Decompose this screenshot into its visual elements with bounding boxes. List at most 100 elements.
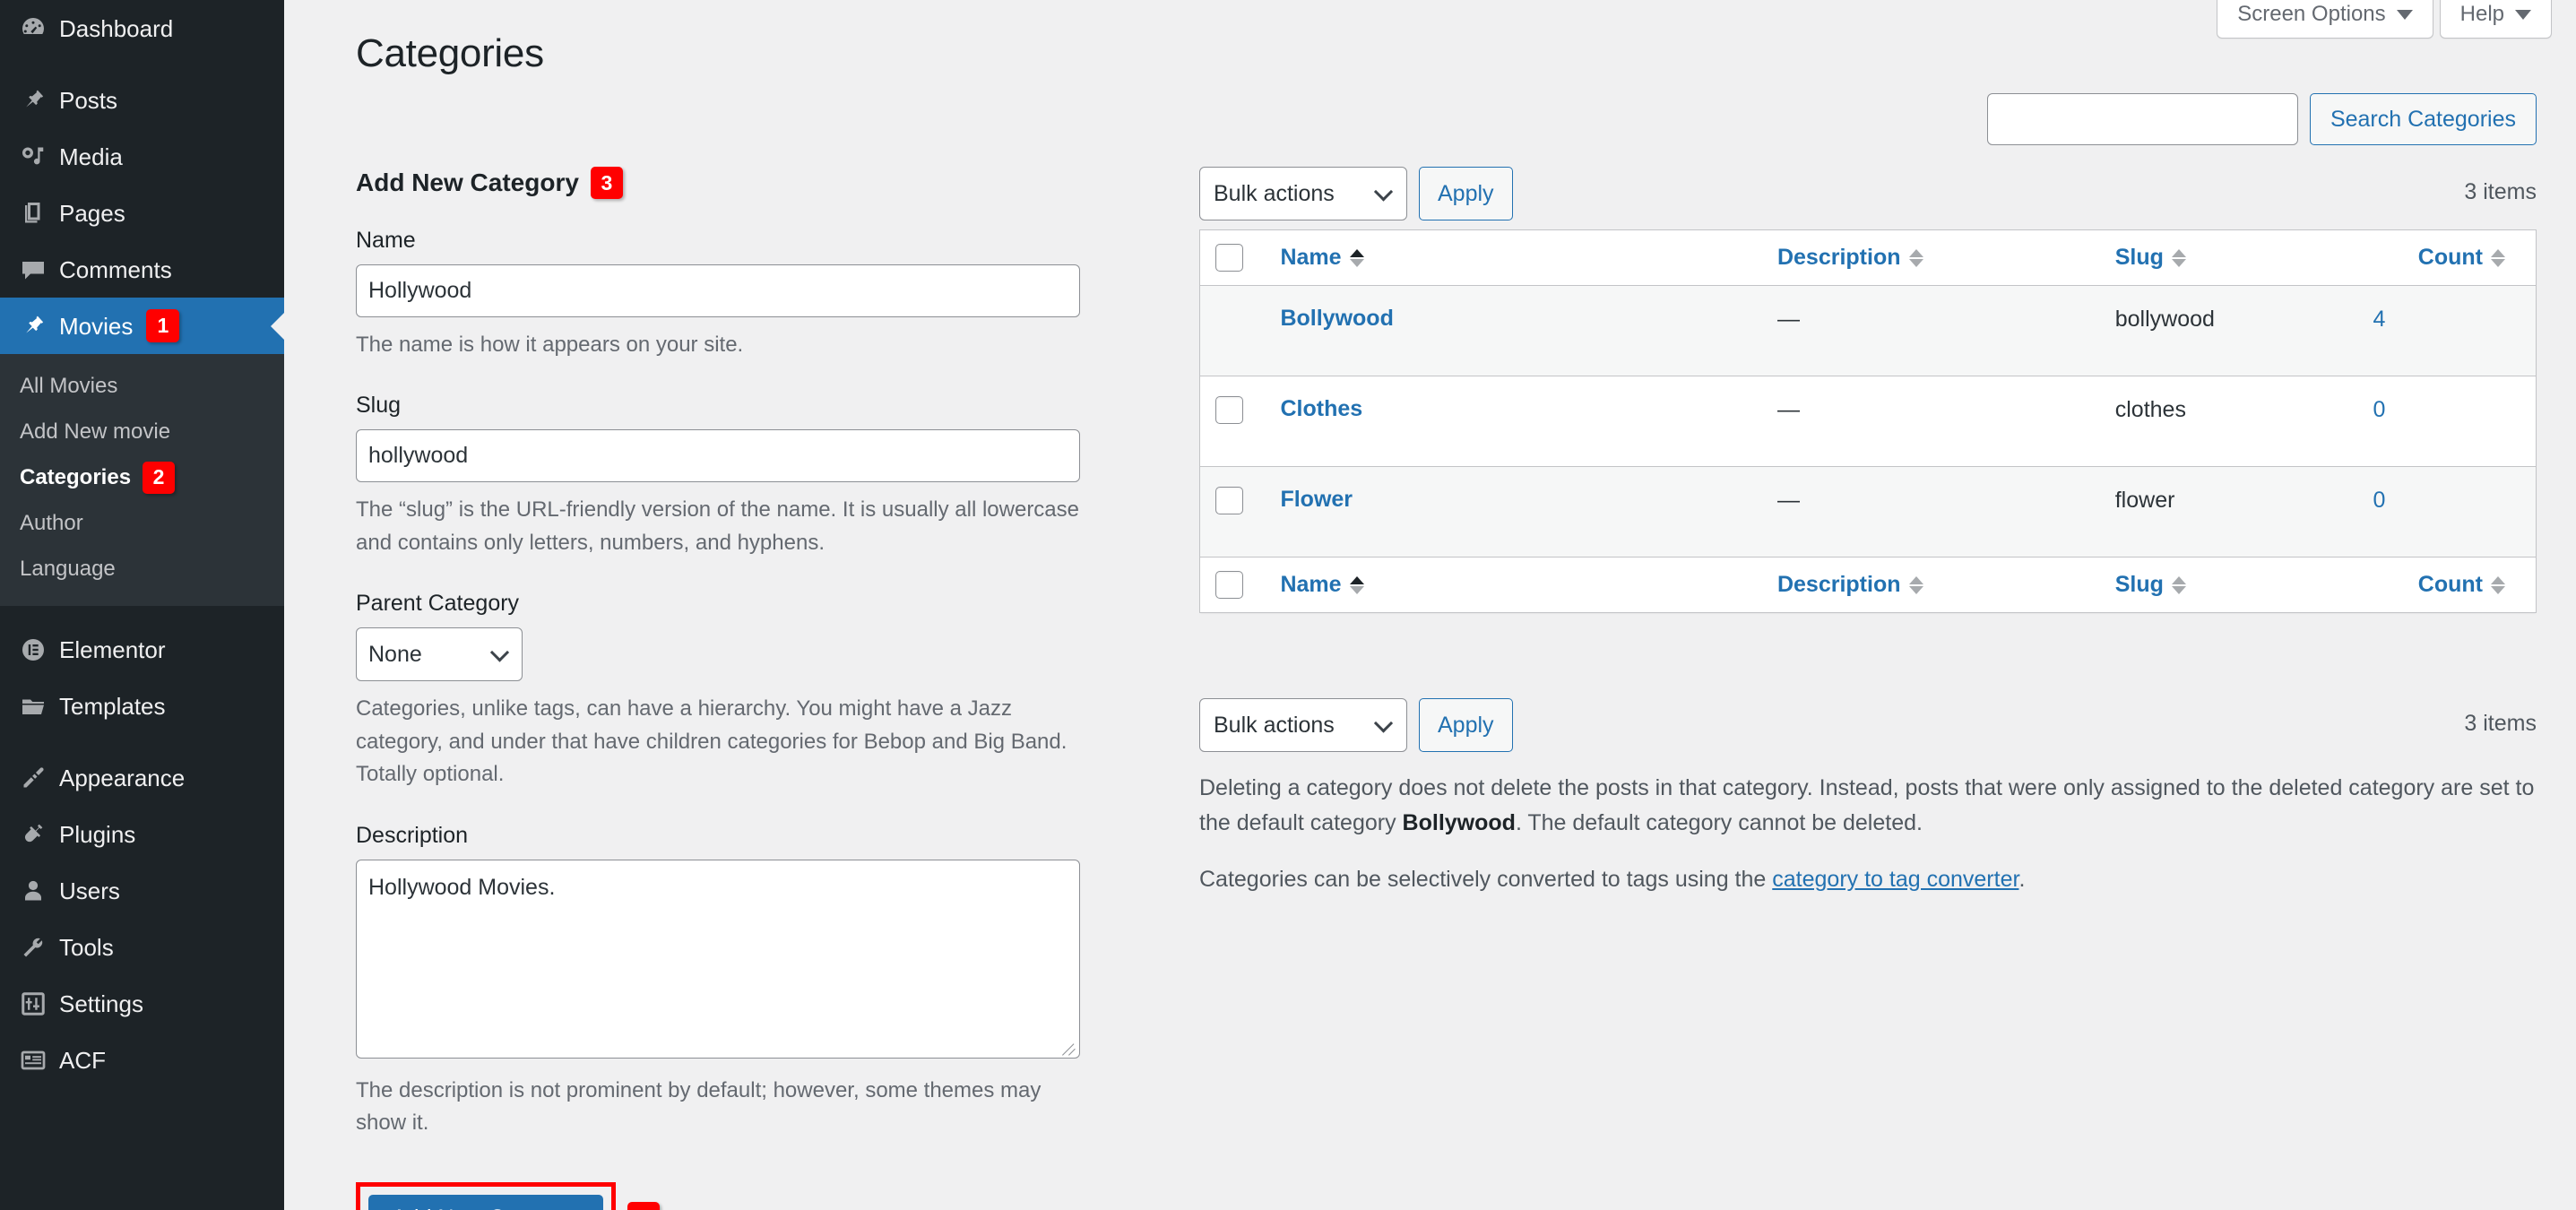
slug-field-block: Slug The “slug” is the URL-friendly vers… — [356, 393, 1084, 559]
row-checkbox[interactable] — [1215, 396, 1243, 424]
row-slug-cell: clothes — [2096, 376, 2373, 467]
sidebar-item-posts[interactable]: Posts — [0, 72, 284, 128]
sidebar-item-tools[interactable]: Tools — [0, 919, 284, 975]
step-badge-1: 1 — [146, 309, 180, 342]
column-label-slug: Slug — [2114, 572, 2164, 597]
search-input[interactable] — [1986, 93, 2298, 145]
delete-note-part-b: . The default category cannot be deleted… — [1515, 809, 1923, 835]
category-link[interactable]: Bollywood — [1257, 286, 1764, 332]
slug-input[interactable] — [356, 429, 1080, 483]
column-label-description: Description — [1776, 245, 1901, 270]
category-description: — — [1776, 397, 1800, 422]
sidebar-item-movies[interactable]: Movies 1 — [0, 298, 284, 354]
category-description: — — [1776, 307, 1800, 332]
sort-arrows-icon[interactable] — [2491, 575, 2505, 594]
sidebar-item-elementor[interactable]: Elementor — [0, 621, 284, 678]
bulk-actions-select-bottom[interactable]: Bulk actions — [1199, 698, 1407, 752]
sidebar-divider — [0, 56, 284, 72]
sidebar-item-acf[interactable]: ACF — [0, 1032, 284, 1088]
submit-highlight-box: Add New Category — [356, 1181, 616, 1210]
screen-options-button[interactable]: Screen Options — [2217, 0, 2433, 39]
category-link[interactable]: Clothes — [1257, 376, 1764, 422]
sort-arrows-icon[interactable] — [2491, 248, 2505, 267]
column-label-name: Name — [1280, 245, 1342, 270]
sort-arrows-icon[interactable] — [1908, 248, 1923, 267]
sidebar-item-label: Media — [59, 143, 123, 170]
sidebar-subitem-label: Language — [20, 556, 116, 581]
bulk-actions-value: Bulk actions — [1214, 712, 1335, 738]
items-count-bottom: 3 items — [2464, 711, 2537, 736]
category-to-tag-converter-link[interactable]: category to tag converter — [1772, 867, 2018, 892]
table-footnotes: Deleting a category does not delete the … — [1199, 771, 2537, 920]
sidebar-subitem-author[interactable]: Author — [0, 500, 284, 546]
brush-icon — [20, 765, 59, 791]
column-header-slug[interactable]: Slug — [2096, 230, 2373, 286]
column-header-name[interactable]: Name — [1257, 230, 1764, 286]
add-new-category-button[interactable]: Add New Category — [368, 1194, 603, 1210]
sidebar-item-plugins[interactable]: Plugins — [0, 806, 284, 862]
apply-button-top[interactable]: Apply — [1419, 167, 1513, 220]
bulk-actions-select-top[interactable]: Bulk actions — [1199, 167, 1407, 220]
category-count-link[interactable]: 0 — [2373, 376, 2536, 423]
sort-arrows-icon[interactable] — [1349, 575, 1364, 594]
media-icon — [20, 143, 59, 170]
row-description-cell: — — [1764, 467, 2096, 557]
column-header-description[interactable]: Description — [1764, 230, 2096, 286]
converter-note: Categories can be selectively converted … — [1199, 862, 2537, 897]
row-checkbox-cell — [1200, 467, 1258, 557]
help-button[interactable]: Help — [2439, 0, 2552, 39]
category-count-link[interactable]: 4 — [2373, 286, 2536, 333]
sort-arrows-icon[interactable] — [1349, 248, 1364, 267]
converter-note-part-b: . — [2018, 867, 2026, 892]
sidebar-subitem-categories[interactable]: Categories 2 — [0, 454, 284, 500]
sidebar-item-appearance[interactable]: Appearance — [0, 749, 284, 806]
sidebar-item-media[interactable]: Media — [0, 128, 284, 185]
sidebar-item-pages[interactable]: Pages — [0, 185, 284, 241]
apply-button-bottom[interactable]: Apply — [1419, 698, 1513, 752]
parent-category-value: None — [368, 641, 422, 667]
select-all-checkbox[interactable] — [1215, 244, 1243, 272]
row-checkbox[interactable] — [1215, 487, 1243, 514]
table-row: Flower — flower 0 — [1199, 466, 2537, 557]
column-header-count[interactable]: Count — [2373, 230, 2537, 286]
sidebar-submenu-movies: All Movies Add New movie Categories 2 Au… — [0, 354, 284, 606]
sidebar-item-settings[interactable]: Settings — [0, 975, 284, 1032]
category-slug: flower — [2114, 488, 2175, 513]
sidebar-subitem-label: Author — [20, 510, 83, 535]
name-label: Name — [356, 228, 416, 253]
form-heading: Add New Category 3 — [356, 167, 1084, 199]
sort-arrows-icon[interactable] — [2171, 248, 2186, 267]
parent-category-select[interactable]: None — [356, 627, 523, 682]
sidebar-divider — [0, 734, 284, 749]
default-category-name: Bollywood — [1402, 809, 1516, 835]
column-footer-name[interactable]: Name — [1257, 557, 1764, 613]
category-link[interactable]: Flower — [1257, 467, 1764, 513]
description-textarea[interactable]: Hollywood Movies. — [356, 859, 1080, 1059]
sidebar-item-comments[interactable]: Comments — [0, 241, 284, 298]
sidebar-item-templates[interactable]: Templates — [0, 678, 284, 734]
sidebar-subitem-language[interactable]: Language — [0, 546, 284, 592]
screen-meta-links: Screen Options Help — [2217, 0, 2552, 39]
sidebar-subitem-all-movies[interactable]: All Movies — [0, 363, 284, 409]
category-count-link[interactable]: 0 — [2373, 467, 2536, 514]
bulk-actions-group-top: Bulk actions Apply — [1199, 167, 1513, 220]
step-badge-2: 2 — [143, 461, 176, 494]
sidebar-subitem-label: All Movies — [20, 373, 118, 398]
column-footer-description[interactable]: Description — [1764, 557, 2096, 613]
folder-icon — [20, 693, 59, 720]
help-label: Help — [2459, 2, 2504, 26]
column-footer-slug[interactable]: Slug — [2096, 557, 2373, 613]
name-input[interactable] — [356, 264, 1080, 317]
search-categories-button[interactable]: Search Categories — [2309, 93, 2537, 145]
sidebar-item-dashboard[interactable]: Dashboard — [0, 0, 284, 56]
sidebar-item-label: Dashboard — [59, 14, 174, 42]
description-label: Description — [356, 822, 469, 848]
select-all-checkbox[interactable] — [1215, 571, 1243, 599]
step-badge-4: 4 — [627, 1202, 660, 1210]
chevron-down-icon — [1373, 713, 1394, 733]
sort-arrows-icon[interactable] — [1908, 575, 1923, 594]
sidebar-subitem-add-new-movie[interactable]: Add New movie — [0, 409, 284, 454]
column-footer-count[interactable]: Count — [2373, 557, 2537, 613]
sidebar-item-users[interactable]: Users — [0, 862, 284, 919]
sort-arrows-icon[interactable] — [2171, 575, 2186, 594]
